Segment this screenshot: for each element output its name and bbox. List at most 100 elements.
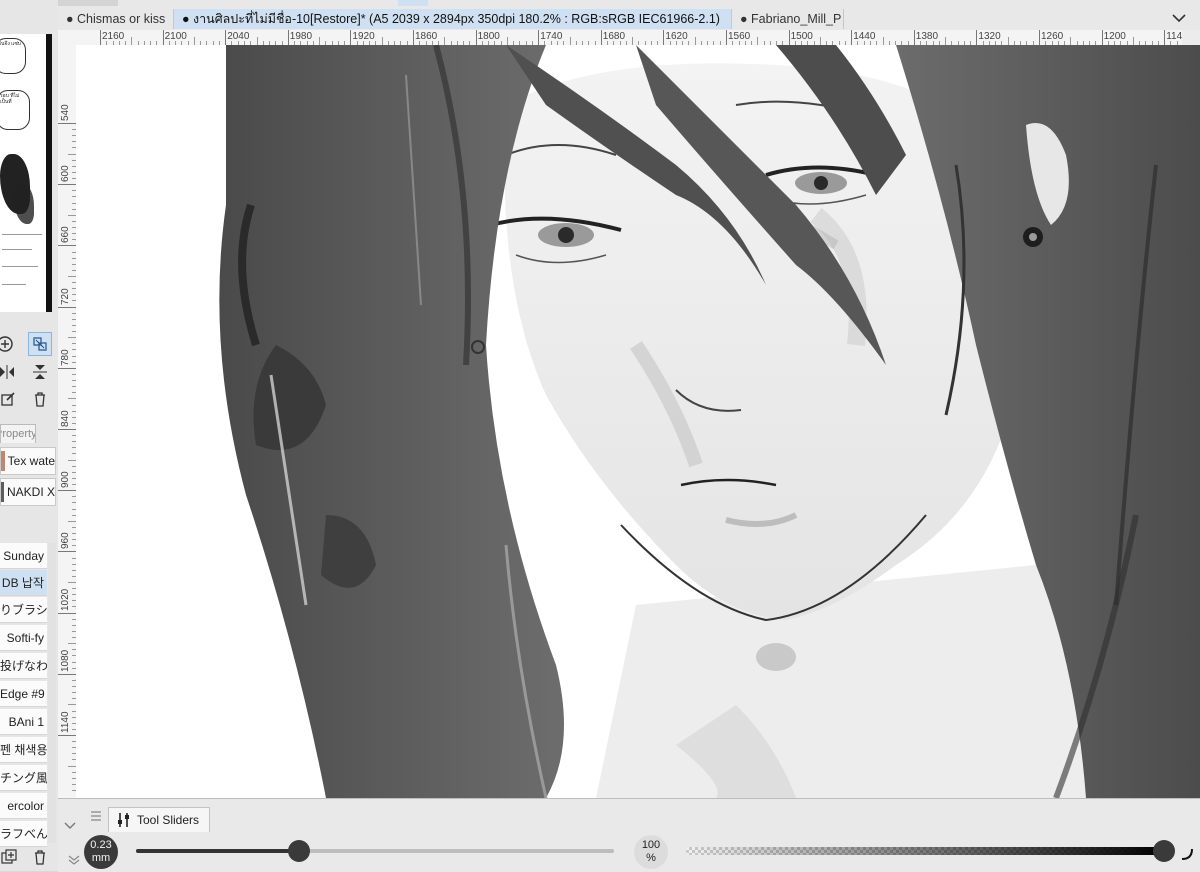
resize-grip-icon[interactable] [1180,847,1194,866]
ruler-tick [58,673,76,675]
flip-vertical-icon[interactable] [29,361,51,383]
ruler-tick [58,490,76,492]
ruler-label: 960 [60,532,71,550]
ruler-label: 2100 [164,31,187,42]
ruler-tick [475,30,477,45]
brush-item[interactable]: Softi-fy [0,625,47,651]
ruler-minor-tick [1132,37,1134,45]
brush-item[interactable]: 펜 채색용 [0,737,47,763]
brush-item[interactable]: チング風 [0,765,47,791]
tab-document-active[interactable]: ● งานศิลปะที่ไม่มีชื่อ-10[Restore]* (A5 … [174,9,732,29]
ruler-tick [58,245,76,247]
ruler-label: 600 [60,165,71,183]
tab-strip [58,0,118,6]
brush-item[interactable]: Sunday [0,543,47,569]
brush-item[interactable]: ラフべん [0,821,47,847]
brush-item[interactable]: 投げなわ [0,653,47,679]
ruler-label: 540 [60,104,71,121]
navigator-edge [46,34,50,312]
brush-list-scrollbar[interactable] [48,543,56,843]
tab-tool-sliders[interactable]: Tool Sliders [108,807,210,832]
navigator-line [2,266,38,267]
add-brush-icon[interactable] [0,846,20,868]
material-item[interactable]: NAKDI X [0,478,56,506]
ruler-label: 1740 [540,31,563,42]
tab-label: งานศิลปะที่ไม่มีชื่อ-10[Restore]* (A5 20… [193,12,720,26]
ruler-label: 1860 [415,31,438,42]
ruler-label: 1980 [289,31,313,42]
material-item[interactable]: Tex wate [0,447,56,475]
chevron-down-icon[interactable] [1170,9,1188,27]
ruler-tick [913,30,915,45]
flip-horizontal-icon[interactable] [0,361,18,383]
brush-item-selected[interactable]: DB 납작 [0,570,47,596]
opacity-unit: % [646,852,656,864]
tab-strip-active [398,0,428,6]
navigator-figure-2 [14,184,34,224]
edit-icon[interactable] [0,388,19,410]
artwork-illustration [76,45,1200,798]
ruler-minor-tick [1070,37,1072,45]
opacity-value[interactable]: 100 % [634,835,668,869]
opacity-slider[interactable] [686,840,1175,862]
ruler-label: 2040 [227,31,250,42]
ruler-minor-tick [256,37,258,45]
ruler-tick [538,30,540,45]
navigator-preview[interactable]: อันจึง แซ่บ รอบ ที่ไม่ เป็นที่ [0,34,52,312]
ruler-label: 660 [60,226,71,244]
left-dock: อันจึง แซ่บ รอบ ที่ไม่ เป็นที่ Property … [0,0,59,871]
tab-document[interactable]: ● Chismas or kiss [58,9,174,29]
collapse-icon[interactable] [64,821,76,833]
tab-label: Chismas or kiss [77,12,166,26]
brush-item[interactable]: Edge #9 [0,681,47,707]
opacity-knob[interactable] [1153,840,1175,862]
ruler-label: 1560 [728,31,751,42]
ruler-tick [287,30,289,45]
ruler-label: 114 [1166,31,1182,42]
ruler-tick [1039,30,1040,45]
ruler-tick [1164,30,1166,45]
document-tab-bar: ● Chismas or kiss ● งานศิลปะที่ไม่มีชื่อ… [58,0,1200,31]
ruler-label: 1080 [60,649,71,672]
chevron-down-icon[interactable] [68,855,80,868]
ruler-label: 1200 [1103,31,1126,42]
zoom-in-icon[interactable] [0,333,16,355]
sliders-icon [118,813,129,827]
vertical-ruler[interactable]: 540 600 660 720 780 840 900 960 1020 1080 1140 [58,45,77,798]
brush-item[interactable]: ercolor [0,793,47,819]
drawing-canvas[interactable] [76,45,1200,798]
ruler-tick [788,30,790,45]
ruler-label: 1920 [352,31,375,42]
ruler-tick [1101,30,1103,45]
ruler-label: 1680 [602,31,626,42]
trash-icon[interactable] [29,388,51,410]
brush-size-knob[interactable] [287,840,310,862]
horizontal-ruler[interactable]: 2160 2100 2040 1980 1920 1860 1800 1740 1680 1620… [76,30,1182,46]
tab-document[interactable]: ● Fabriano_Mill_P [732,9,844,29]
ruler-tick [58,735,76,736]
ruler-minor-tick [1007,37,1009,45]
ruler-minor-tick [819,37,821,45]
ruler-label: 900 [60,471,71,489]
ruler-tick [350,30,352,45]
ruler-tick [58,551,76,553]
brush-item[interactable]: BAni 1 [0,709,47,735]
ruler-tick [58,612,76,614]
ruler-tick [663,30,665,45]
delete-brush-icon[interactable] [29,846,51,868]
ruler-label: 1620 [665,31,688,42]
ruler-label: 1020 [60,588,71,611]
ruler-tick [58,429,76,430]
property-tab[interactable]: Property [0,424,36,443]
ruler-label: 1500 [790,31,813,42]
navigator-line [2,249,32,250]
property-tab-label: Property [1,428,36,440]
material-label: NAKDI X [6,485,55,499]
panel-menu-icon[interactable] [90,811,102,824]
brush-item[interactable]: りブラシ [0,597,47,623]
ruler-tick [58,367,76,369]
ruler-tick [58,123,76,124]
fit-screen-icon[interactable] [28,332,52,356]
brush-size-value[interactable]: 0.23 mm [84,835,118,869]
brush-size-slider[interactable] [136,840,614,862]
